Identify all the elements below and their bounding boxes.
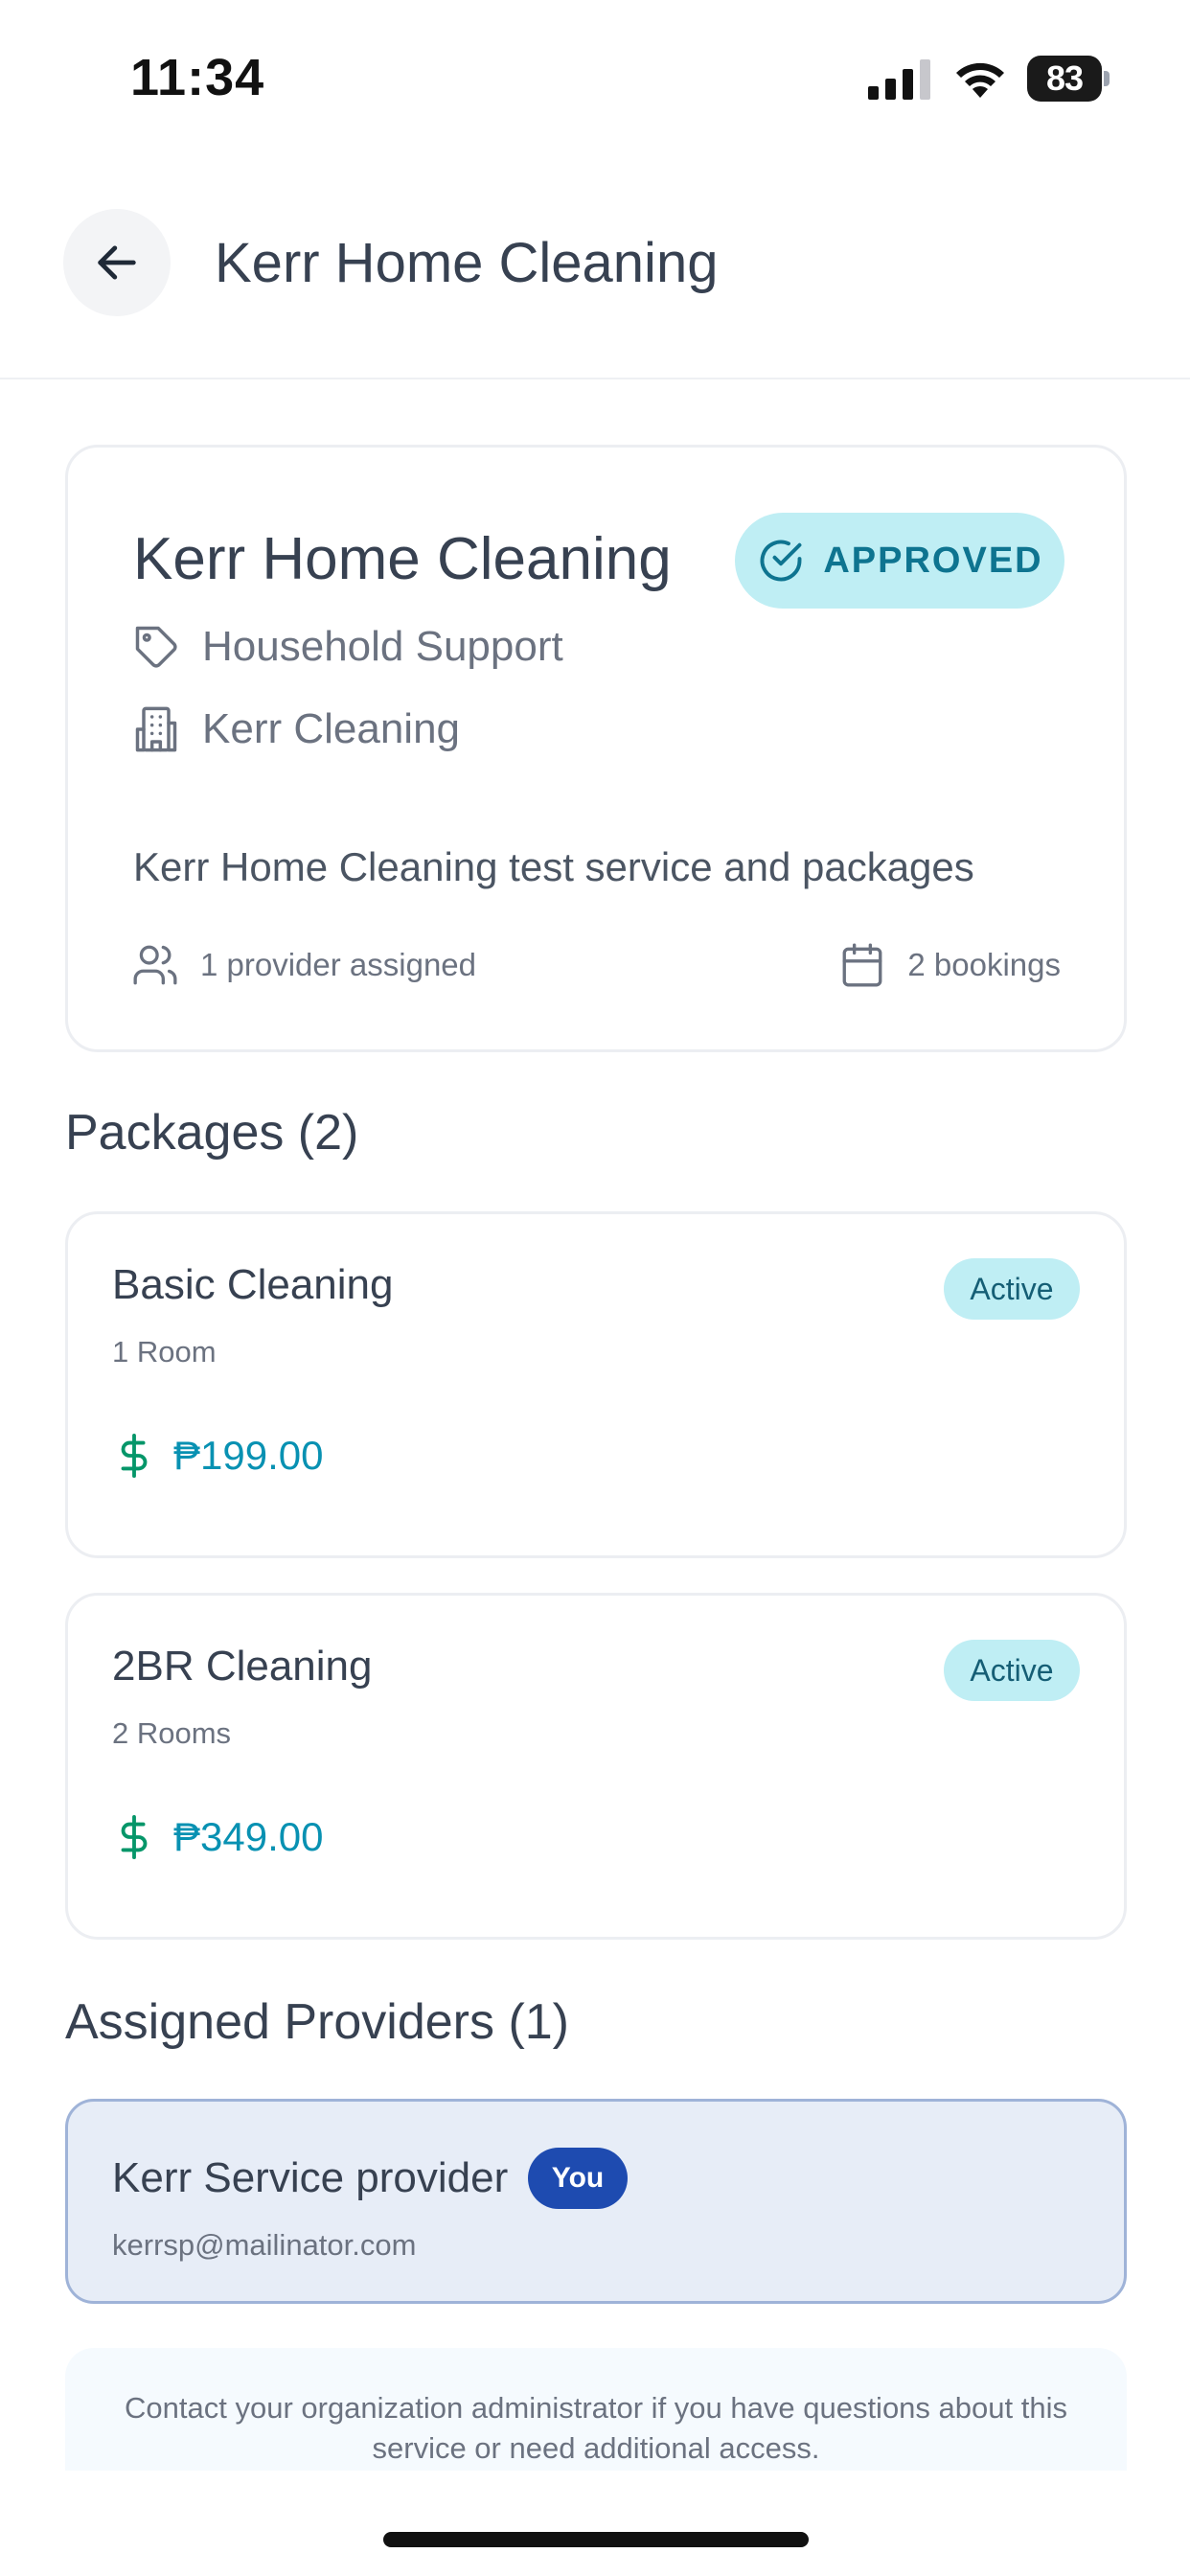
package-price: ₱349.00 bbox=[112, 1806, 323, 1868]
back-button[interactable] bbox=[63, 209, 171, 316]
package-rooms: 1 Room bbox=[112, 1335, 217, 1368]
package-price: ₱199.00 bbox=[112, 1425, 323, 1486]
battery-indicator: 83 bbox=[1027, 56, 1110, 102]
you-badge: You bbox=[528, 2148, 628, 2209]
providers-count: 1 provider assigned bbox=[131, 936, 476, 994]
providers-count-label: 1 provider assigned bbox=[200, 947, 477, 982]
providers-section-title: Assigned Providers (1) bbox=[65, 1994, 569, 2050]
service-title: Kerr Home Cleaning bbox=[133, 526, 672, 592]
package-status-label: Active bbox=[970, 1652, 1054, 1688]
users-icon bbox=[133, 945, 177, 985]
provider-email: kerrsp@mailinator.com bbox=[112, 2228, 417, 2262]
page-header: Kerr Home Cleaning bbox=[0, 172, 1190, 380]
service-category-label: Household Support bbox=[202, 623, 563, 670]
dollar-icon bbox=[121, 1815, 148, 1859]
calendar-icon bbox=[842, 943, 882, 987]
battery-level: 83 bbox=[1045, 58, 1084, 98]
status-time: 11:34 bbox=[130, 49, 265, 106]
package-status-badge: Active bbox=[944, 1640, 1080, 1701]
package-price-value: ₱199.00 bbox=[173, 1433, 324, 1478]
cellular-signal-icon bbox=[868, 59, 930, 100]
package-status-label: Active bbox=[970, 1271, 1054, 1306]
info-note-text: Contact your organization administrator … bbox=[125, 2391, 1067, 2465]
package-name: Basic Cleaning bbox=[112, 1261, 394, 1308]
service-organization-label: Kerr Cleaning bbox=[202, 705, 461, 752]
package-rooms: 2 Rooms bbox=[112, 1716, 232, 1750]
you-badge-label: You bbox=[551, 2162, 605, 2194]
page-title: Kerr Home Cleaning bbox=[215, 232, 719, 294]
building-icon bbox=[135, 706, 177, 752]
wifi-icon bbox=[956, 62, 1004, 98]
status-badge: APPROVED bbox=[735, 513, 1064, 609]
status-badge-label: APPROVED bbox=[823, 540, 1043, 581]
service-summary-card: Kerr Home Cleaning APPROVED Household Su… bbox=[65, 445, 1127, 1052]
package-card[interactable]: 2BR Cleaning 2 Rooms Active ₱349.00 bbox=[65, 1593, 1127, 1940]
tag-icon bbox=[135, 626, 177, 668]
service-category: Household Support bbox=[131, 618, 563, 676]
battery-icon: 83 bbox=[1027, 56, 1102, 102]
bookings-count: 2 bookings bbox=[838, 936, 1061, 994]
home-indicator[interactable] bbox=[383, 2532, 809, 2547]
status-bar: 11:34 83 bbox=[0, 0, 1190, 153]
service-organization: Kerr Cleaning bbox=[131, 701, 460, 758]
provider-card[interactable]: Kerr Service provider You kerrsp@mailina… bbox=[65, 2099, 1127, 2304]
battery-cap bbox=[1104, 71, 1110, 86]
check-circle-icon bbox=[760, 540, 802, 582]
package-price-value: ₱349.00 bbox=[173, 1814, 324, 1859]
package-name: 2BR Cleaning bbox=[112, 1643, 373, 1690]
package-status-badge: Active bbox=[944, 1258, 1080, 1320]
provider-name: Kerr Service provider bbox=[112, 2154, 509, 2201]
packages-section-title: Packages (2) bbox=[65, 1105, 359, 1161]
bookings-count-label: 2 bookings bbox=[907, 947, 1061, 982]
dollar-icon bbox=[121, 1434, 148, 1478]
service-detail-screen: 11:34 83 Kerr Home Cleaning Kerr Home Cl… bbox=[0, 0, 1190, 2576]
arrow-left-icon bbox=[98, 245, 136, 280]
info-note: Contact your organization administrator … bbox=[65, 2348, 1127, 2471]
package-card[interactable]: Basic Cleaning 1 Room Active ₱199.00 bbox=[65, 1211, 1127, 1558]
service-description: Kerr Home Cleaning test service and pack… bbox=[133, 844, 974, 889]
